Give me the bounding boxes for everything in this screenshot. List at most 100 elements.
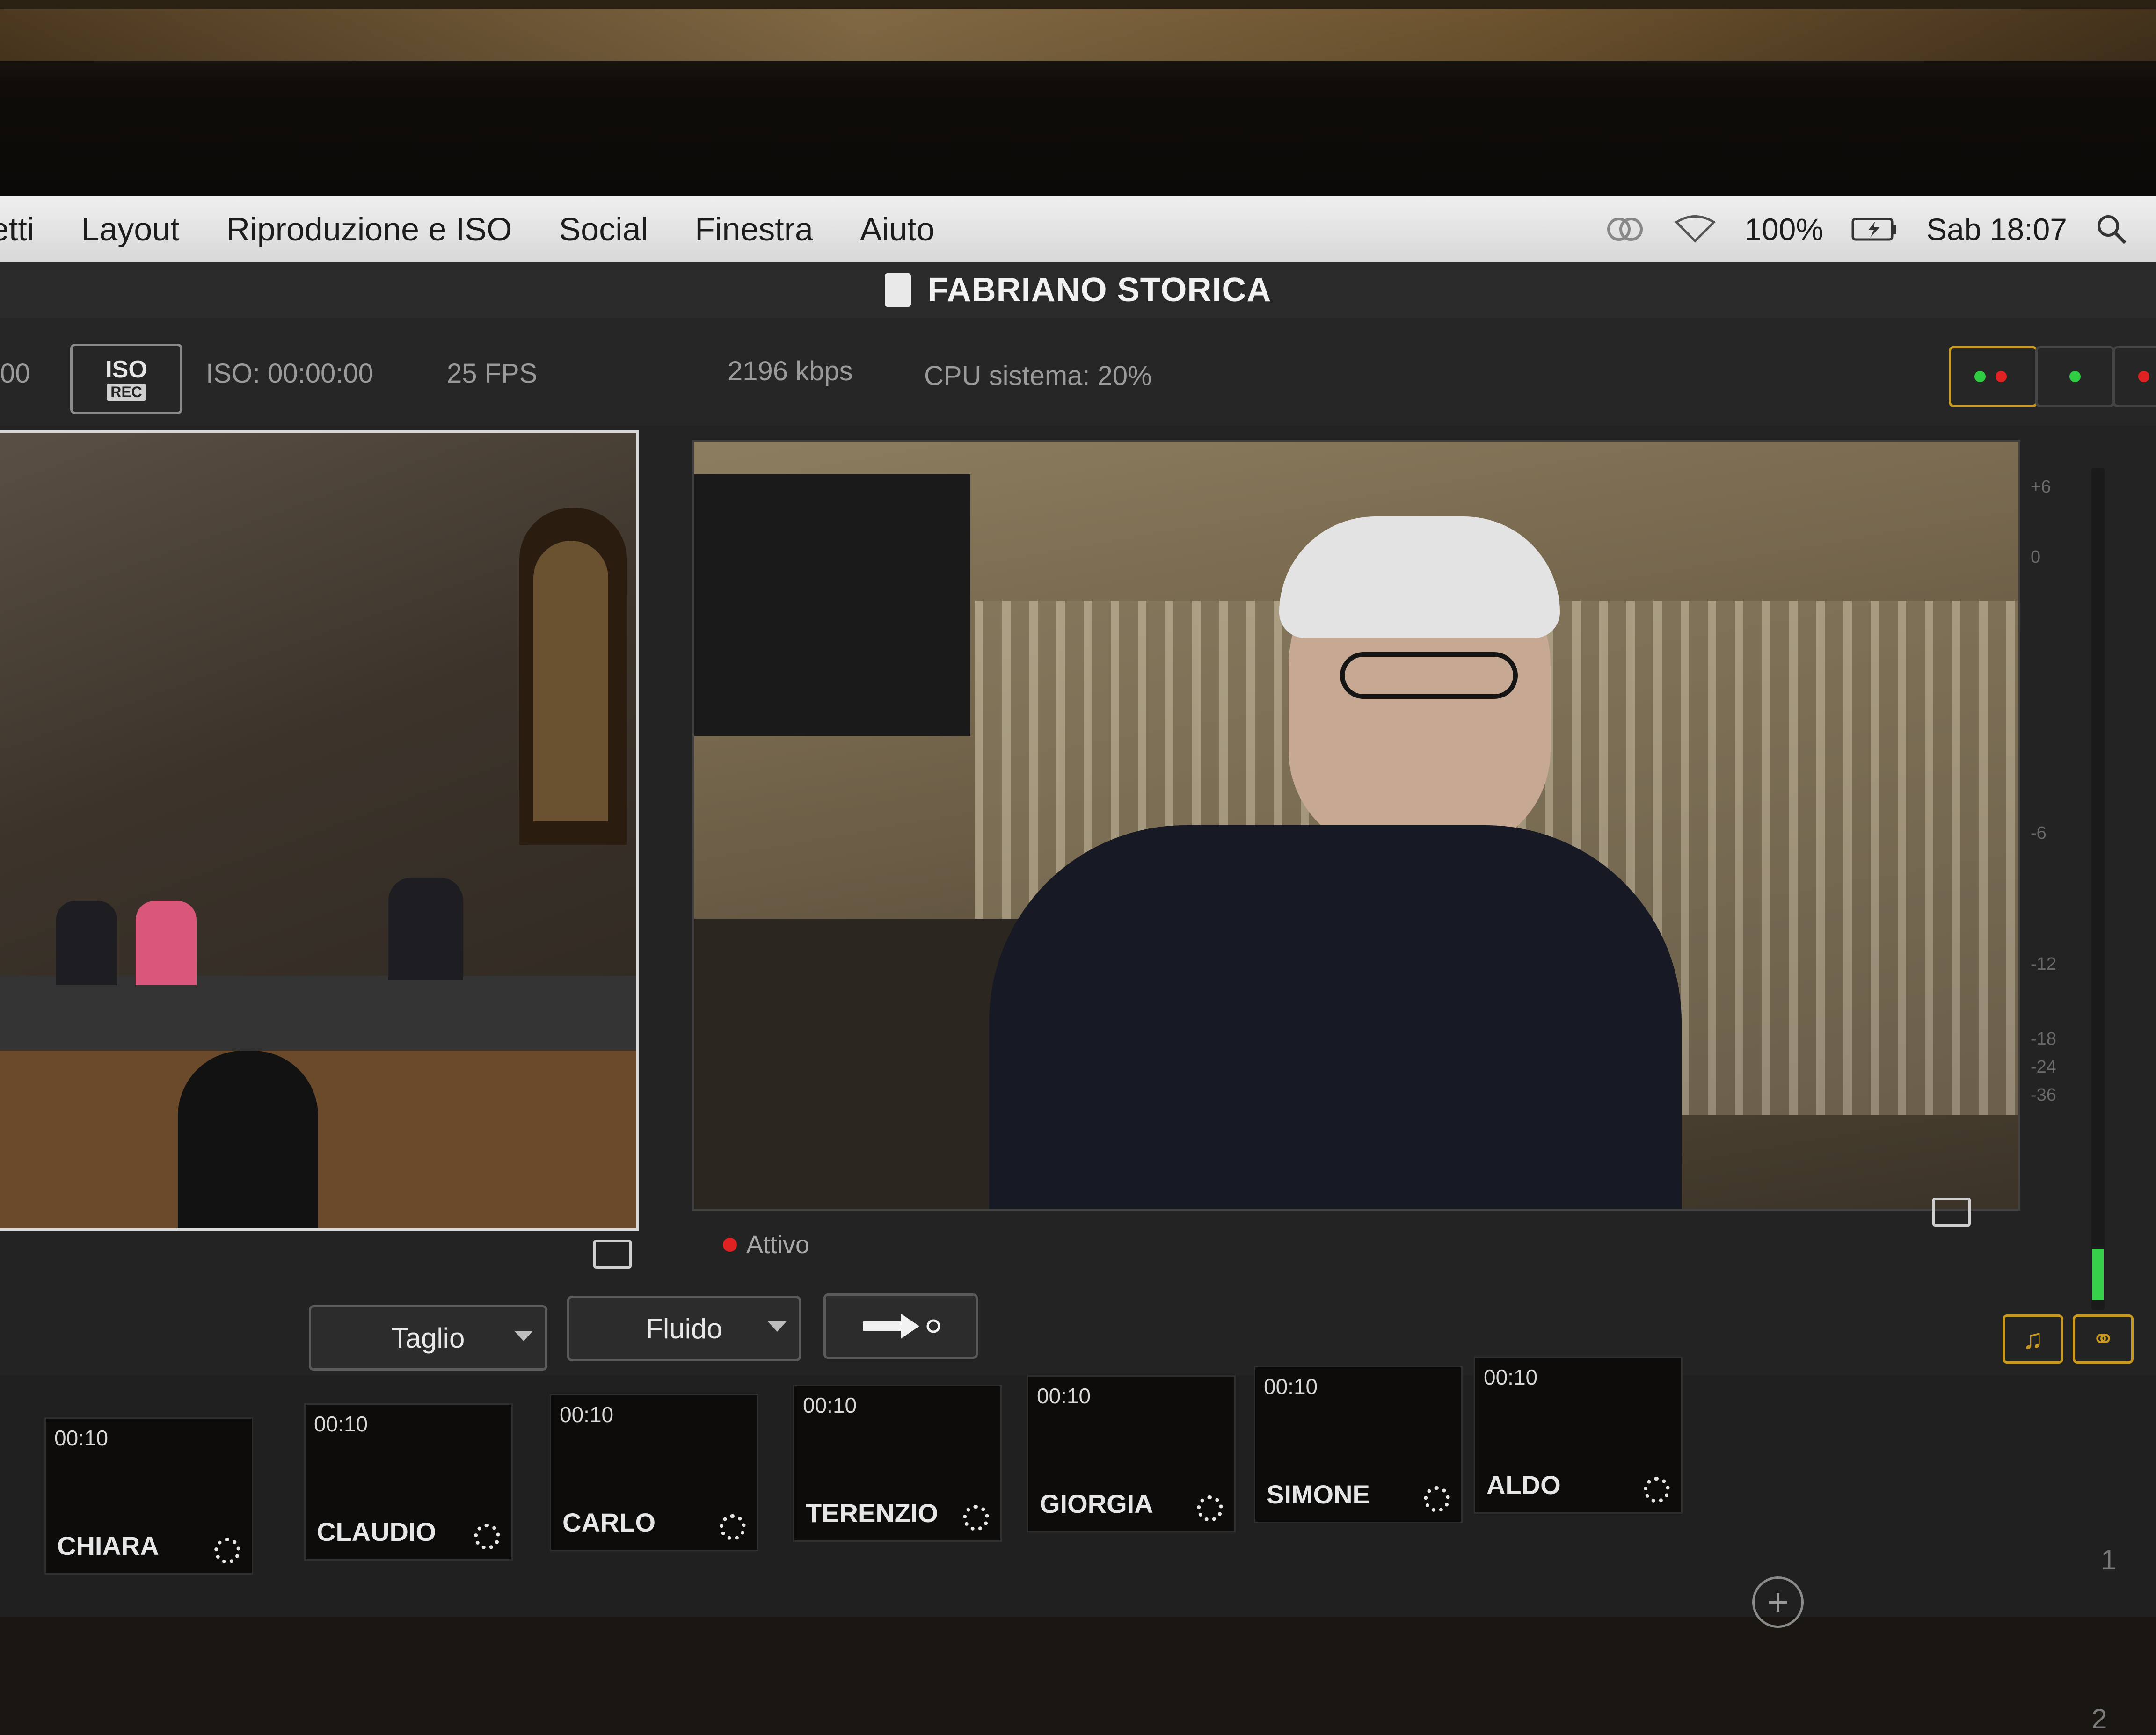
document-icon (884, 273, 911, 307)
audio-level (2092, 1249, 2104, 1300)
gear-icon[interactable] (1644, 1477, 1670, 1503)
gear-icon[interactable] (214, 1538, 240, 1564)
input-name: CLAUDIO (317, 1517, 437, 1546)
menu-social[interactable]: Social (559, 211, 648, 248)
meter-tick: -12 (2031, 954, 2056, 974)
meter-tick: +6 (2031, 477, 2051, 497)
input-duration: 00:10 (1264, 1374, 1318, 1399)
chevron-down-icon (768, 1321, 787, 1332)
input-name: ALDO (1486, 1470, 1561, 1500)
person-image (178, 1051, 318, 1228)
arrow-right-icon (863, 1314, 940, 1339)
output-status-indicator[interactable] (2112, 346, 2156, 407)
speaker-icon[interactable]: ♫ (2003, 1314, 2063, 1364)
menu-finestra[interactable]: Finestra (695, 211, 813, 248)
floor-image (0, 1051, 636, 1228)
status-area: 100% Sab 18:07 (1604, 196, 2128, 262)
menu-layout[interactable]: Layout (81, 211, 179, 248)
input-tile-aldo[interactable]: 00:10 ALDO (1474, 1357, 1683, 1514)
audio-meter (2091, 468, 2105, 1310)
meter-tick: 0 (2031, 547, 2041, 567)
input-name: GIORGIA (1040, 1489, 1153, 1518)
input-tile-carlo[interactable]: 00:10 CARLO (550, 1394, 758, 1551)
creative-cloud-icon[interactable] (1604, 215, 1646, 243)
input-duration: 00:10 (54, 1426, 109, 1450)
meter-tick: -24 (2031, 1057, 2056, 1077)
gear-icon[interactable] (963, 1505, 989, 1531)
spotlight-search-icon[interactable] (2095, 213, 2128, 246)
menu-aiuto[interactable]: Aiuto (860, 211, 935, 248)
cpu-readout: CPU sistema: 20% (924, 361, 1152, 391)
glasses-image (1340, 652, 1518, 699)
monitor-output-icon[interactable] (593, 1240, 632, 1269)
speaker-hair-image (1279, 516, 1560, 638)
input-duration: 00:10 (803, 1393, 857, 1417)
input-duration: 00:10 (314, 1412, 368, 1436)
live-dot-icon (723, 1238, 737, 1252)
meter-tick: -18 (2031, 1029, 2056, 1049)
person-image (136, 901, 197, 985)
green-dot-icon (1974, 371, 1986, 382)
menu-bar: etti Layout Riproduzione e ISO Social Fi… (0, 196, 2156, 262)
preview-monitor[interactable] (0, 430, 639, 1231)
gear-icon[interactable] (1197, 1495, 1223, 1522)
chevron-down-icon (514, 1331, 533, 1341)
bezel-reflection (0, 9, 2156, 61)
program-status: Attivo (723, 1230, 809, 1259)
stream-status-indicator[interactable] (1949, 346, 2038, 407)
transition-effect-select[interactable]: Fluido (567, 1296, 801, 1361)
transition-type-value: Taglio (391, 1322, 465, 1354)
window-glass-image (533, 541, 608, 821)
input-name: CHIARA (57, 1531, 159, 1561)
iso-timer: ISO: 00:00:00 (206, 358, 373, 389)
input-duration: 00:10 (1484, 1365, 1538, 1389)
page-number[interactable]: 1 (2101, 1544, 2116, 1576)
battery-percent: 100% (1744, 212, 1824, 247)
screen: etti Layout Riproduzione e ISO Social Fi… (0, 196, 2156, 1735)
input-tile-giorgia[interactable]: 00:10 GIORGIA (1027, 1375, 1236, 1532)
wifi-icon[interactable] (1674, 215, 1716, 243)
red-dot-icon (1996, 371, 2007, 382)
page-number[interactable]: 2 (2091, 1703, 2107, 1735)
window-titlebar: FABRIANO STORICA (0, 262, 2156, 318)
input-name: SIMONE (1267, 1480, 1370, 1509)
gear-icon[interactable] (474, 1524, 500, 1550)
headphones-icon[interactable]: ⚭ (2073, 1314, 2134, 1364)
input-name: TERENZIO (806, 1498, 939, 1528)
menubar-clock[interactable]: Sab 18:07 (1926, 211, 2067, 247)
meter-tick: -6 (2031, 823, 2047, 843)
transition-effect-value: Fluido (646, 1313, 722, 1344)
input-tile-claudio[interactable]: 00:10 CLAUDIO (304, 1403, 513, 1561)
gear-icon[interactable] (1424, 1486, 1450, 1512)
meter-tick: -36 (2031, 1085, 2056, 1105)
input-tile-simone[interactable]: 00:10 SIMONE (1254, 1366, 1463, 1523)
menu-effetti[interactable]: etti (0, 211, 34, 248)
speaker-jacket-image (989, 825, 1682, 1209)
add-input-button[interactable]: + (1752, 1576, 1804, 1628)
green-dot-icon (2069, 371, 2081, 382)
table-image (0, 976, 636, 1051)
input-duration: 00:10 (560, 1402, 614, 1427)
program-monitor[interactable] (692, 440, 2020, 1211)
iso-rec-button[interactable]: ISO REC (70, 344, 182, 414)
gear-icon[interactable] (720, 1514, 746, 1540)
record-status-indicator[interactable] (2035, 346, 2115, 407)
screen-backdrop-image (694, 474, 970, 736)
rec-label: REC (107, 383, 146, 401)
fps-readout: 25 FPS (447, 358, 538, 389)
stream-time-fragment: 00 (0, 358, 30, 389)
input-tile-chiara[interactable]: 00:10 CHIARA (44, 1417, 253, 1575)
monitor-output-icon[interactable] (1932, 1198, 1971, 1227)
person-image (388, 878, 463, 980)
transition-type-select[interactable]: Taglio (309, 1305, 547, 1371)
red-dot-icon (2138, 371, 2149, 382)
bitrate-readout: 2196 kbps (728, 356, 853, 386)
battery-icon[interactable] (1851, 216, 1898, 242)
program-status-label: Attivo (746, 1231, 810, 1259)
menu-riproduzione[interactable]: Riproduzione e ISO (226, 211, 512, 248)
status-toolbar: 00 ISO REC ISO: 00:00:00 25 FPS 2196 kbp… (0, 318, 2156, 426)
iso-label: ISO (105, 356, 147, 383)
input-duration: 00:10 (1037, 1384, 1091, 1408)
transition-go-button[interactable] (823, 1293, 978, 1359)
input-tile-terenzio[interactable]: 00:10 TERENZIO (793, 1385, 1002, 1542)
